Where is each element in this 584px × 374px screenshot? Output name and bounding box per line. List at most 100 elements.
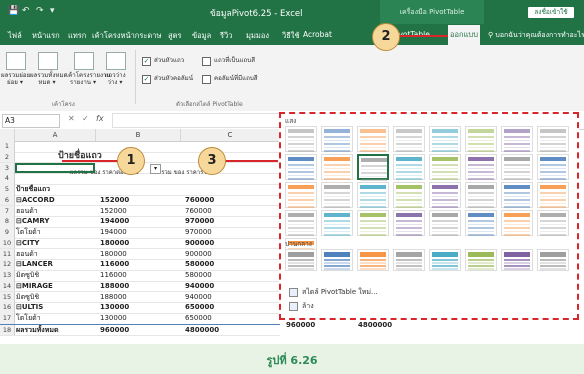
row-number[interactable]: 11 [0,248,15,259]
style-swatch[interactable] [285,210,317,236]
cell-a[interactable]: มิตซูบิชิ [16,270,112,281]
style-swatch[interactable] [393,126,425,152]
cell-a[interactable]: ฮอนด้า [16,249,112,260]
column-header-b[interactable]: B [96,129,181,141]
cell-a[interactable]: ⊟LANCER [16,259,112,270]
tab-view[interactable]: มุมมอง [246,30,269,42]
name-box[interactable]: A3 [2,114,60,128]
style-swatch[interactable] [501,210,533,236]
style-swatch[interactable] [429,126,461,152]
tab-help[interactable]: วิธีใช้ [282,30,300,42]
clear-style-item[interactable]: ล้าง [289,301,314,312]
cell-a[interactable]: ฮอนด้า [16,206,112,217]
style-swatch[interactable] [465,154,497,180]
style-swatch[interactable] [393,182,425,208]
style-swatch[interactable] [285,154,317,180]
style-swatch-medium[interactable] [357,249,389,271]
style-swatch[interactable] [285,182,317,208]
banded-columns-checkbox[interactable] [202,75,211,84]
row-number[interactable]: 16 [0,302,15,313]
cell-b[interactable]: 188000 [100,292,170,303]
cell-c[interactable]: 900000 [185,249,255,260]
table-row[interactable]: 18 ผลรวมทั้งหมด 960000 4800000 [0,323,280,337]
cell-b[interactable]: 116000 [100,259,170,270]
row-number[interactable]: 17 [0,313,15,324]
cell-a[interactable]: ⊟MIRAGE [16,281,112,292]
cell-b[interactable]: 152000 [100,206,170,217]
style-swatch[interactable] [429,210,461,236]
cell-a[interactable]: โตโยต้า [16,227,112,238]
cell-c[interactable]: 940000 [185,281,255,292]
report-layout-button[interactable] [74,52,94,70]
cell-c[interactable]: 970000 [185,216,255,227]
undo-icon[interactable]: ↶ [22,6,30,16]
row-number[interactable]: 5 [0,184,15,195]
cell-a[interactable]: ผลรวมทั้งหมด [16,325,112,336]
style-swatch[interactable] [429,182,461,208]
grand-totals-button[interactable] [38,52,58,70]
cell-c[interactable]: 4800000 [185,325,255,336]
style-swatch-medium[interactable] [285,249,317,271]
enter-icon[interactable]: ✓ [82,114,89,123]
style-swatch[interactable] [357,154,389,181]
new-pivot-style-item[interactable]: สไตล์ PivotTable ใหม่... [289,287,378,298]
cell-a[interactable]: ⊟CITY [16,238,112,249]
cell-b[interactable]: 180000 [100,249,170,260]
cell-a[interactable]: มิตซูบิชิ [16,292,112,303]
cell-b[interactable]: 130000 [100,302,170,313]
cell-c[interactable]: 580000 [185,270,255,281]
cell-a[interactable]: ป้ายชื่อแถว [16,184,112,195]
style-swatch-medium[interactable] [465,249,497,271]
customize-icon[interactable]: ▾ [50,6,55,16]
tab-formulas[interactable]: สูตร [168,30,181,42]
style-swatch-medium[interactable] [501,249,533,271]
cancel-icon[interactable]: ✕ [68,114,75,123]
cell-b[interactable]: 188000 [100,281,170,292]
style-swatch[interactable] [321,154,353,180]
tab-home[interactable]: หน้าแรก [32,30,60,42]
cell-c[interactable]: 970000 [185,227,255,238]
style-swatch[interactable] [429,154,461,180]
row-number[interactable]: 18 [0,324,15,336]
column-header-a[interactable]: A [15,129,96,141]
cell-c[interactable]: 760000 [185,206,255,217]
insert-function-icon[interactable]: fx [96,114,104,123]
cell-c[interactable]: 650000 [185,313,255,324]
row-number[interactable]: 1 [0,141,15,152]
cell-b[interactable]: 116000 [100,270,170,281]
redo-icon[interactable]: ↷ [36,6,44,16]
cell-b[interactable]: 960000 [100,325,170,336]
cell-b[interactable]: 152000 [100,195,170,206]
style-swatch[interactable] [321,126,353,152]
signin-button[interactable]: ลงชื่อเข้าใช้ [528,7,574,18]
tab-page-layout[interactable]: เค้าโครงหน้ากระดาษ [92,30,161,42]
save-icon[interactable]: 💾 [8,6,19,16]
column-header-c[interactable]: C [181,129,280,141]
style-swatch[interactable] [501,126,533,152]
cell-b[interactable]: 180000 [100,238,170,249]
style-swatch[interactable] [321,182,353,208]
tab-acrobat[interactable]: Acrobat [303,30,332,39]
cell-c[interactable]: 580000 [185,259,255,270]
tab-data[interactable]: ข้อมูล [192,30,211,42]
cell-a[interactable]: ⊟ULTIS [16,302,112,313]
style-swatch-medium[interactable] [429,249,461,271]
cell-b[interactable]: 194000 [100,227,170,238]
row-headers-checkbox[interactable]: ✓ [142,57,151,66]
filter-dropdown-icon[interactable]: ▾ [150,163,161,174]
style-swatch[interactable] [285,126,317,152]
column-headers-checkbox[interactable]: ✓ [142,75,151,84]
style-swatch[interactable] [357,182,389,208]
style-swatch[interactable] [537,154,569,180]
cell-c[interactable]: 650000 [185,302,255,313]
row-number[interactable]: 13 [0,270,15,281]
row-number[interactable]: 4 [0,173,15,184]
tab-file[interactable]: ไฟล์ [8,30,22,42]
row-number[interactable]: 14 [0,280,15,292]
tell-me-search[interactable]: ⚲ บอกฉันว่าคุณต้องการทำอะไร [488,30,584,41]
blank-rows-button[interactable] [106,52,126,70]
cell-c[interactable]: 900000 [185,238,255,249]
row-number[interactable]: 7 [0,205,15,216]
cell-c[interactable]: 940000 [185,292,255,303]
style-swatch[interactable] [465,126,497,152]
